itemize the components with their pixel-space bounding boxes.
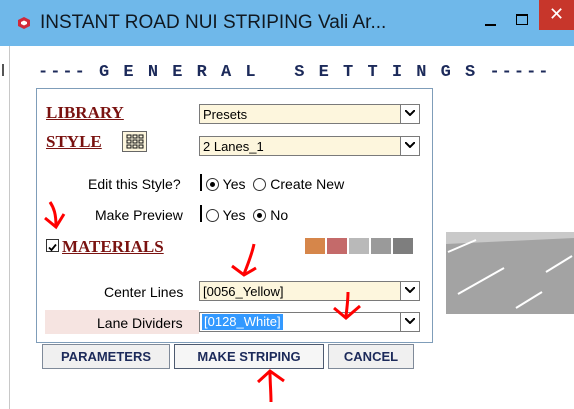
edit-style-yes-label[interactable]: Yes: [223, 176, 246, 192]
material-swatch[interactable]: [393, 238, 413, 254]
edit-style-yes-radio[interactable]: [206, 178, 219, 191]
edit-style-create-new-radio[interactable]: [253, 178, 267, 191]
annotation-arrow-down: [333, 291, 361, 320]
material-swatch[interactable]: [349, 238, 369, 254]
make-preview-label: Make Preview: [95, 207, 183, 223]
material-swatch[interactable]: [371, 238, 391, 254]
road-preview-image: [446, 232, 574, 314]
lane-dividers-label: Lane Dividers: [97, 315, 183, 331]
materials-label[interactable]: MATERIALS: [62, 237, 164, 257]
grid-icon[interactable]: [122, 131, 147, 152]
annotation-arrow-down: [44, 201, 66, 230]
title-bar: INSTANT ROAD NUI STRIPING Vali Ar... ✕: [0, 0, 574, 46]
library-label[interactable]: LIBRARY: [46, 103, 124, 123]
style-label[interactable]: STYLE: [46, 132, 102, 152]
make-preview-no-radio[interactable]: [253, 209, 267, 222]
edit-style-create-new-label[interactable]: Create New: [270, 176, 344, 192]
chevron-down-icon[interactable]: [400, 282, 419, 300]
lane-dividers-dropdown[interactable]: [0128_White]: [199, 312, 420, 332]
style-dropdown[interactable]: 2 Lanes_1: [199, 136, 420, 156]
make-preview-radio-group: Yes No: [206, 207, 288, 223]
center-lines-value: [0056_Yellow]: [203, 284, 284, 299]
edit-style-label: Edit this Style?: [88, 176, 181, 192]
material-swatch[interactable]: [305, 238, 325, 254]
materials-checkbox[interactable]: [46, 239, 59, 252]
app-sketchup-icon: [18, 17, 30, 29]
make-striping-button[interactable]: MAKE STRIPING: [174, 344, 324, 369]
material-swatch[interactable]: [327, 238, 347, 254]
make-preview-yes-radio[interactable]: [206, 209, 219, 222]
library-value: Presets: [203, 107, 248, 122]
parameters-button[interactable]: PARAMETERS: [42, 344, 170, 369]
maximize-icon[interactable]: [508, 8, 536, 34]
edit-style-radio-group: Yes Create New: [206, 176, 344, 192]
chevron-down-icon[interactable]: [400, 313, 419, 331]
make-preview-yes-label[interactable]: Yes: [223, 207, 246, 223]
cancel-button[interactable]: CANCEL: [328, 344, 414, 369]
minimize-icon[interactable]: [475, 8, 505, 34]
annotation-arrow-up: [256, 369, 285, 403]
center-lines-label: Center Lines: [104, 284, 184, 300]
window-title: INSTANT ROAD NUI STRIPING Vali Ar...: [40, 12, 387, 33]
radio-group-divider: [200, 205, 202, 222]
annotation-arrow-down: [231, 243, 257, 277]
lane-dividers-value: [0128_White]: [202, 314, 283, 330]
radio-group-divider: [200, 174, 202, 191]
chevron-down-icon[interactable]: [400, 105, 419, 123]
style-value: 2 Lanes_1: [203, 139, 264, 154]
library-dropdown[interactable]: Presets: [199, 104, 420, 124]
material-swatches[interactable]: [305, 238, 415, 254]
window-left-edge: [0, 46, 10, 409]
chevron-down-icon[interactable]: [400, 137, 419, 155]
close-icon[interactable]: ✕: [539, 0, 574, 30]
center-lines-dropdown[interactable]: [0056_Yellow]: [199, 281, 420, 301]
left-edge-mark: [2, 64, 4, 76]
general-settings-header: ---- G E N E R A L S E T T I N G S -----: [38, 63, 551, 82]
make-preview-no-label[interactable]: No: [270, 207, 288, 223]
